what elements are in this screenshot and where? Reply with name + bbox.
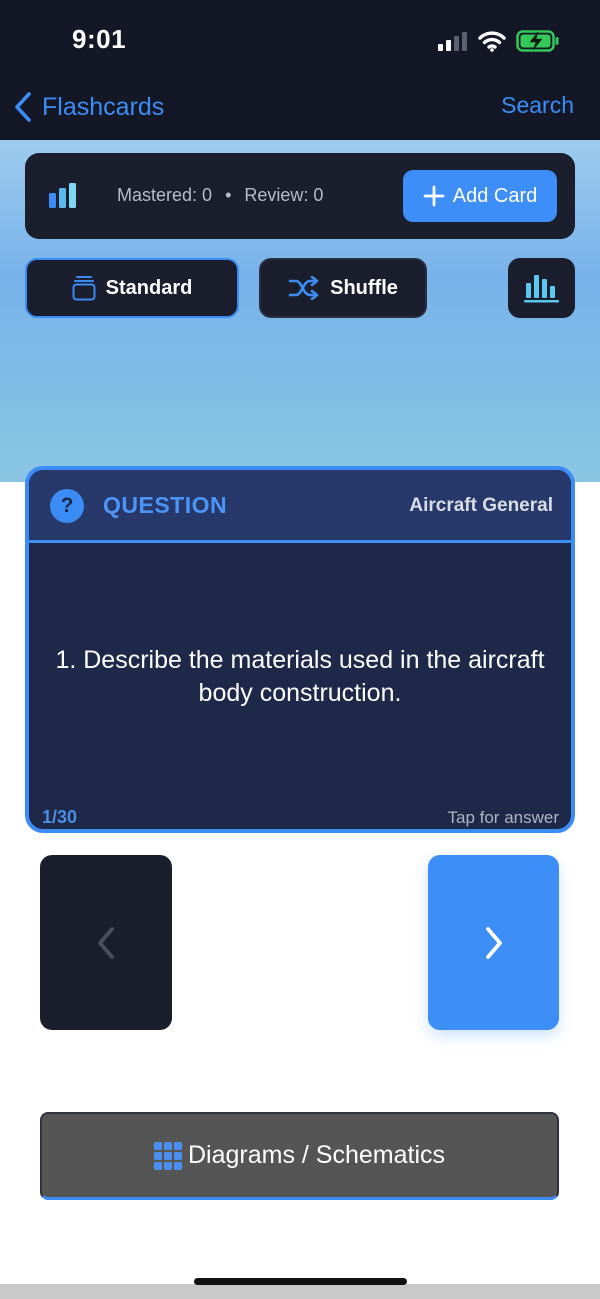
battery-charging-icon [516, 30, 559, 52]
standard-mode-button[interactable]: Standard [25, 258, 239, 318]
bar-chart-icon [523, 275, 559, 303]
review-count: Review: 0 [244, 185, 324, 205]
grid-icon [153, 1141, 182, 1170]
chevron-left-icon [98, 926, 114, 959]
shuffle-label: Shuffle [330, 276, 398, 299]
back-label: Flashcards [42, 92, 165, 121]
home-indicator[interactable] [194, 1278, 407, 1285]
search-button[interactable]: Search [501, 92, 574, 119]
chevron-left-icon [15, 92, 31, 122]
top-bar: 9:01 Flashcards Search [0, 0, 600, 140]
stats-separator: • [225, 185, 232, 205]
wifi-icon [478, 31, 506, 52]
card-header: ? QUESTION Aircraft General [29, 470, 571, 543]
diagrams-label: Diagrams / Schematics [187, 1141, 446, 1169]
question-text: 1. Describe the materials used in the ai… [55, 646, 545, 707]
stats-summary: Mastered: 0 • Review: 0 [117, 185, 323, 206]
card-counter: 1/30 [42, 807, 78, 827]
add-card-label: Add Card [452, 184, 538, 207]
statistics-button[interactable] [508, 258, 575, 318]
status-icons [438, 28, 560, 54]
card-category: Aircraft General [409, 495, 553, 516]
shuffle-mode-button[interactable]: Shuffle [259, 258, 427, 318]
add-card-button[interactable]: Add Card [403, 170, 557, 222]
question-mark-icon: ? [50, 489, 84, 523]
flashcard[interactable]: ? QUESTION Aircraft General 1. Describe … [25, 466, 575, 833]
back-button[interactable]: Flashcards [12, 88, 164, 126]
status-time: 9:01 [72, 24, 127, 54]
plus-icon [423, 185, 445, 207]
shuffle-icon [288, 276, 319, 300]
next-card-button[interactable] [428, 855, 559, 1030]
cellular-signal-icon [438, 32, 467, 51]
home-area [0, 1284, 600, 1299]
mastered-count: Mastered: 0 [117, 185, 213, 205]
card-stack-icon [72, 276, 96, 301]
chevron-right-icon [485, 926, 502, 959]
bar-chart-icon [49, 183, 76, 208]
diagrams-button[interactable]: Diagrams / Schematics [40, 1112, 559, 1200]
standard-label: Standard [105, 276, 193, 299]
previous-card-button[interactable] [40, 855, 172, 1030]
tap-hint: Tap for answer [447, 808, 560, 827]
card-side-label: QUESTION [103, 492, 228, 518]
